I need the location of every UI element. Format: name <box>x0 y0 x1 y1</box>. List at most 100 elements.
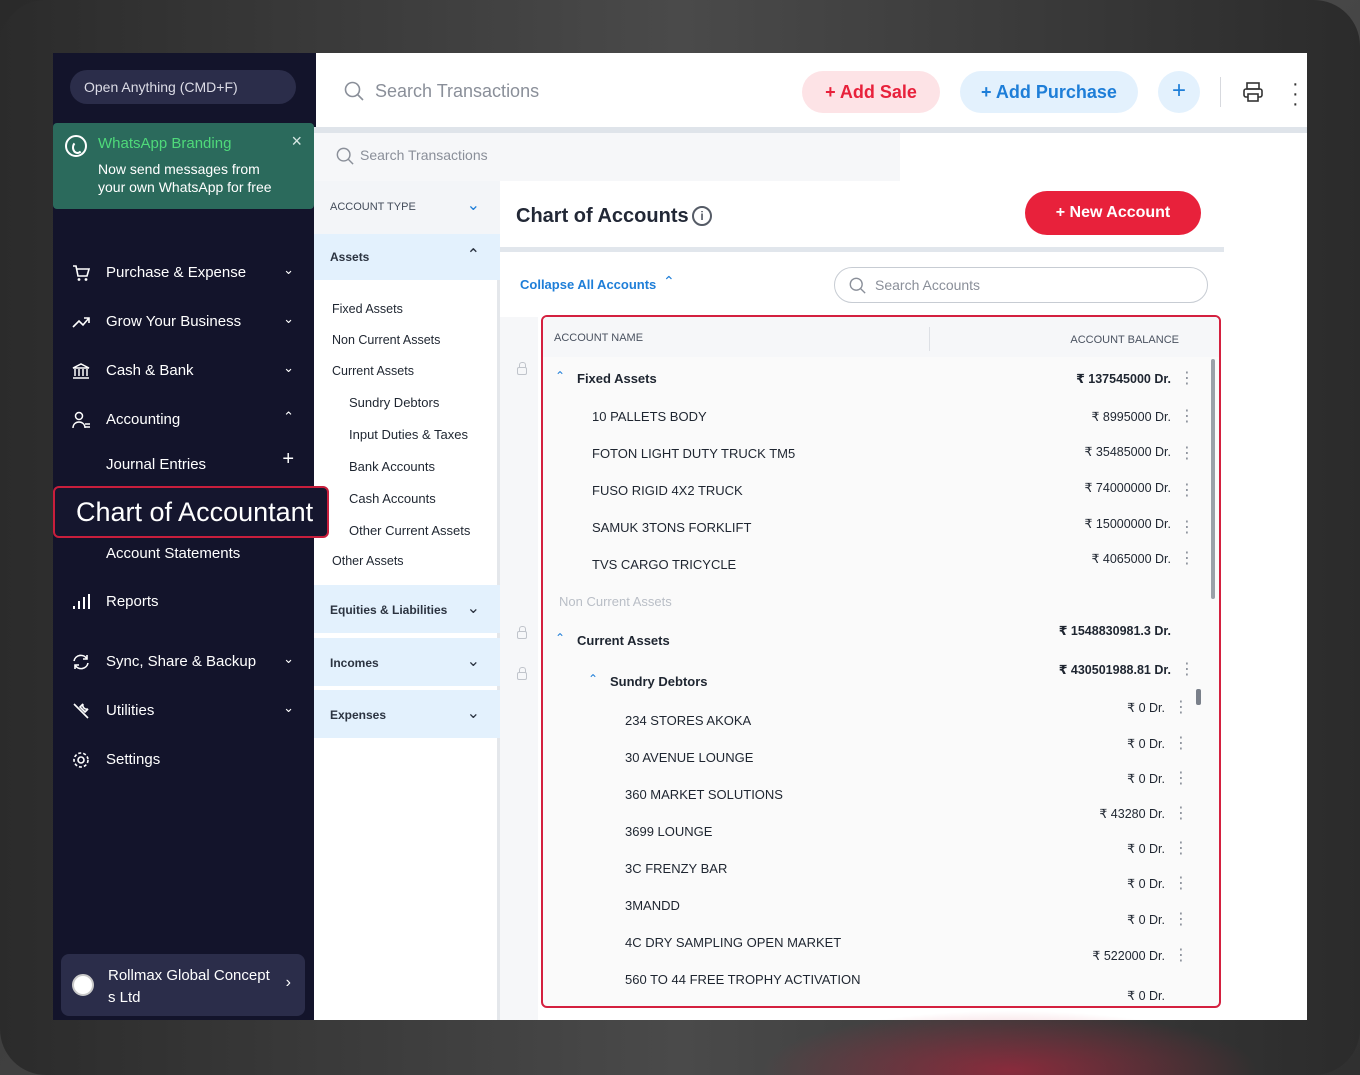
printer-icon[interactable] <box>1242 81 1264 103</box>
filter-equities-liabilities[interactable]: Equities & Liabilities ⌄ <box>314 585 500 633</box>
sidebar-item-reports[interactable]: Reports <box>53 587 314 617</box>
account-type-header[interactable]: ACCOUNT TYPE ⌄ <box>314 181 500 234</box>
device-frame: Open Anything (CMD+F) WhatsApp Branding … <box>0 0 1360 1075</box>
row-menu-icon[interactable]: ⋮ <box>1179 517 1195 537</box>
filter-expenses[interactable]: Expenses ⌄ <box>314 690 500 738</box>
table-row[interactable]: FUSO RIGID 4X2 TRUCK ₹ 74000000 Dr. ⋮ <box>543 480 1203 503</box>
chevron-down-icon: ⌄ <box>466 600 480 617</box>
sidebar-item-cash-bank[interactable]: Cash & Bank ⌄ <box>53 356 314 386</box>
row-menu-icon[interactable]: ⋮ <box>1173 838 1189 858</box>
table-row[interactable]: 30 AVENUE LOUNGE ₹ 0 Dr. ⋮ <box>543 735 1203 770</box>
table-row[interactable]: ⌃ Fixed Assets ₹ 137545000 Dr. ⋮ <box>543 368 1203 391</box>
table-row[interactable]: 3699 LOUNGE ₹ 43280 Dr. ⋮ <box>543 805 1203 844</box>
table-row[interactable]: 360 MARKET SOLUTIONS ₹ 0 Dr. ⋮ <box>543 770 1203 807</box>
table-row[interactable]: 560 TO 44 FREE TROPHY ACTIVATION ₹ 52200… <box>543 947 1203 992</box>
row-menu-icon[interactable]: ⋮ <box>1173 873 1189 893</box>
chevron-down-icon: ⌄ <box>283 700 294 715</box>
quick-add-button[interactable]: + <box>1158 71 1200 113</box>
search-transactions-input[interactable]: Search Transactions <box>375 81 539 102</box>
cart-icon <box>73 265 91 281</box>
sidebar: Open Anything (CMD+F) WhatsApp Branding … <box>53 53 329 1020</box>
collapse-all-button[interactable]: Collapse All Accounts <box>520 277 656 292</box>
column-separator <box>929 327 930 351</box>
search-accounts-input[interactable]: Search Accounts <box>875 277 980 293</box>
chevron-up-icon[interactable]: ⌃ <box>663 273 675 290</box>
open-anything-search[interactable]: Open Anything (CMD+F) <box>70 70 296 104</box>
filter-input-duties[interactable]: Input Duties & Taxes <box>349 427 468 442</box>
close-icon[interactable]: × <box>291 131 302 152</box>
filter-cash-accounts[interactable]: Cash Accounts <box>349 491 436 506</box>
chart-of-accounts-panel: Chart of Accounts i + New Account Collap… <box>500 181 1224 1020</box>
row-menu-icon[interactable]: ⋮ <box>1179 548 1195 568</box>
table-row[interactable]: TVS CARGO TRICYCLE ₹ 4065000 Dr. ⋮ <box>543 550 1203 577</box>
add-journal-icon[interactable]: + <box>282 448 294 471</box>
accounts-table: ACCOUNT NAME ACCOUNT BALANCE ⌃ Fixed Ass… <box>541 315 1221 1008</box>
filter-other-current-assets[interactable]: Other Current Assets <box>349 523 470 538</box>
sidebar-item-grow-business[interactable]: Grow Your Business ⌄ <box>53 307 314 337</box>
row-menu-icon[interactable]: ⋮ <box>1179 368 1195 388</box>
chevron-up-icon[interactable]: ⌃ <box>555 631 565 645</box>
row-menu-icon[interactable]: ⋮ <box>1179 480 1195 500</box>
add-sale-button[interactable]: + Add Sale <box>802 71 940 113</box>
top-bar: Search Transactions + Add Sale + Add Pur… <box>314 53 1307 127</box>
table-row[interactable]: Non Current Assets <box>543 594 1203 614</box>
app-window: Open Anything (CMD+F) WhatsApp Branding … <box>53 53 1307 1020</box>
table-scrollbar[interactable] <box>1211 359 1215 599</box>
sidebar-item-account-statements[interactable]: Account Statements <box>106 545 240 562</box>
row-menu-icon[interactable]: ⋮ <box>1173 733 1189 753</box>
sidebar-item-label: Utilities <box>106 702 155 719</box>
table-row[interactable]: ⌃ Sundry Debtors ₹ 430501988.81 Dr. ⋮ <box>543 661 1203 694</box>
table-row[interactable]: ₹ 0 Dr. <box>543 989 1203 1006</box>
whatsapp-title: WhatsApp Branding <box>98 135 232 152</box>
filter-current-assets[interactable]: Current Assets <box>332 364 414 378</box>
sidebar-item-accounting[interactable]: Accounting ⌃ <box>53 405 314 435</box>
table-row[interactable]: FOTON LIGHT DUTY TRUCK TM5 ₹ 35485000 Dr… <box>543 443 1203 466</box>
filter-incomes[interactable]: Incomes ⌄ <box>314 638 500 686</box>
info-icon[interactable]: i <box>692 206 712 226</box>
filter-fixed-assets[interactable]: Fixed Assets <box>332 302 403 316</box>
row-menu-icon[interactable]: ⋮ <box>1173 803 1189 823</box>
row-menu-icon[interactable]: ⋮ <box>1173 768 1189 788</box>
filter-sundry-debtors[interactable]: Sundry Debtors <box>349 395 439 410</box>
table-row[interactable]: 3MANDD ₹ 0 Dr. ⋮ <box>543 875 1203 918</box>
sidebar-item-label: Purchase & Expense <box>106 264 247 281</box>
sidebar-item-settings[interactable]: Settings <box>53 745 314 775</box>
secondary-search-input[interactable]: Search Transactions <box>360 147 488 163</box>
chevron-up-icon[interactable]: ⌃ <box>588 672 598 686</box>
row-menu-icon[interactable]: ⋮ <box>1179 443 1195 463</box>
chevron-down-icon: ⌄ <box>283 360 294 375</box>
chevron-up-icon[interactable]: ⌃ <box>555 369 565 383</box>
table-row[interactable]: 234 STORES AKOKA ₹ 0 Dr. ⋮ <box>543 699 1203 733</box>
sidebar-item-utilities[interactable]: Utilities ⌄ <box>53 696 314 726</box>
row-menu-icon[interactable]: ⋮ <box>1173 945 1189 965</box>
whatsapp-branding-card[interactable]: WhatsApp Branding Now send messages from… <box>53 123 314 209</box>
filter-assets[interactable]: Assets ⌃ <box>314 234 500 280</box>
sidebar-item-chart-of-accounts[interactable]: Chart of Accountant <box>53 486 329 538</box>
row-menu-icon[interactable]: ⋮ <box>1179 406 1195 426</box>
more-options-icon[interactable]: · · · <box>1292 74 1299 114</box>
new-account-button[interactable]: + New Account <box>1025 191 1201 235</box>
add-purchase-button[interactable]: + Add Purchase <box>960 71 1138 113</box>
filter-other-assets[interactable]: Other Assets <box>332 554 404 568</box>
secondary-search[interactable]: Search Transactions <box>314 133 900 181</box>
row-menu-icon[interactable]: ⋮ <box>1173 697 1189 717</box>
table-row[interactable]: ⌃ Current Assets ₹ 1548830981.3 Dr. <box>543 624 1203 653</box>
table-row[interactable]: 10 PALLETS BODY ₹ 8995000 Dr. ⋮ <box>543 406 1203 429</box>
search-accounts-field[interactable]: Search Accounts <box>834 267 1208 303</box>
sidebar-item-journal-entries[interactable]: Journal Entries <box>106 456 206 473</box>
table-row[interactable]: SAMUK 3TONS FORKLIFT ₹ 15000000 Dr. ⋮ <box>543 517 1203 540</box>
row-menu-icon[interactable]: ⋮ <box>1173 909 1189 929</box>
header-divider <box>500 247 1224 252</box>
filter-non-current-assets[interactable]: Non Current Assets <box>332 333 440 347</box>
toolbar-divider <box>1220 77 1221 107</box>
filter-label: Expenses <box>330 708 387 722</box>
filter-bank-accounts[interactable]: Bank Accounts <box>349 459 435 474</box>
nested-scrollbar[interactable] <box>1196 689 1201 705</box>
sidebar-item-purchase-expense[interactable]: Purchase & Expense ⌄ <box>53 258 314 288</box>
row-menu-icon[interactable]: ⋮ <box>1179 659 1195 679</box>
column-account-balance: ACCOUNT BALANCE <box>1070 334 1179 346</box>
table-row[interactable]: 3C FRENZY BAR ₹ 0 Dr. ⋮ <box>543 840 1203 881</box>
whatsapp-text: Now send messages from your own WhatsApp… <box>98 161 272 195</box>
company-switcher[interactable]: Rollmax Global Concept s Ltd › <box>61 954 305 1016</box>
sidebar-item-sync[interactable]: Sync, Share & Backup ⌄ <box>53 647 314 677</box>
